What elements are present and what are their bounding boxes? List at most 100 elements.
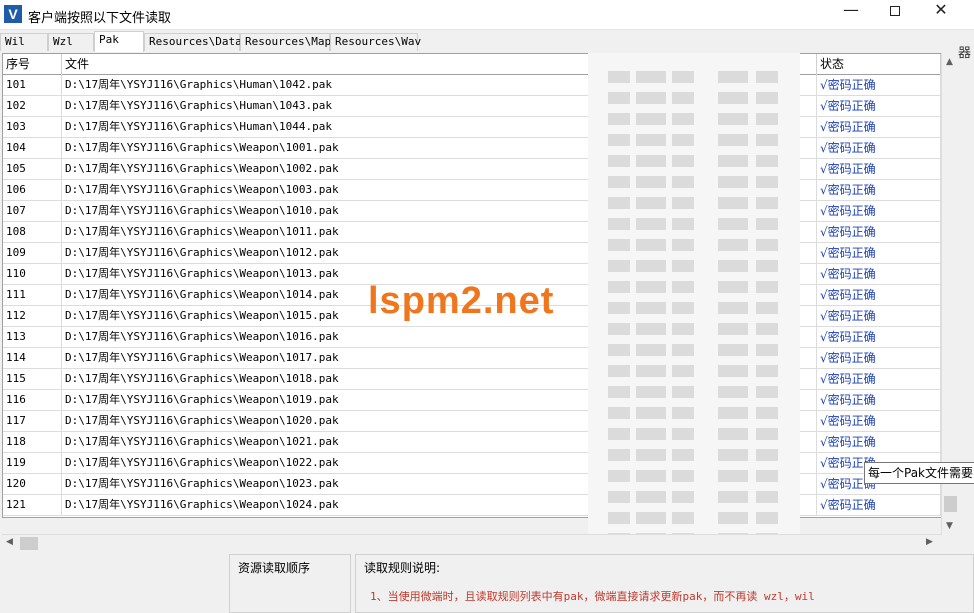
table-row[interactable]: 119 D:\17周年\YSYJ116\Graphics\Weapon\1022.…	[3, 453, 941, 474]
tab-resources-wav[interactable]: Resources\Wav	[330, 33, 421, 51]
close-button[interactable]: ✕	[918, 0, 964, 30]
row-no-cell: 121	[3, 495, 62, 516]
row-status-cell: √密码正确	[817, 117, 941, 138]
table-row[interactable]: 114 D:\17周年\YSYJ116\Graphics\Weapon\1017.…	[3, 348, 941, 369]
scroll-up-icon[interactable]: ▲	[946, 57, 953, 67]
table-row[interactable]: 121 D:\17周年\YSYJ116\Graphics\Weapon\1024.…	[3, 495, 941, 516]
table-row[interactable]: 104 D:\17周年\YSYJ116\Graphics\Weapon\1001.…	[3, 138, 941, 159]
redaction-block	[756, 449, 778, 461]
row-status-cell: √密码正确	[817, 264, 941, 285]
redaction-block	[718, 449, 748, 461]
row-status-cell: √密码正确	[817, 243, 941, 264]
row-status-cell: √密码正确	[817, 138, 941, 159]
redaction-block	[608, 386, 630, 398]
redaction-block	[672, 365, 694, 377]
redaction-block	[718, 491, 748, 503]
row-no-cell: 106	[3, 180, 62, 201]
read-order-group: 资源读取顺序	[229, 554, 351, 613]
tab-strip: Wil Wzl Pak Resources\Data Resources\Map…	[0, 31, 974, 52]
table-row[interactable]: 102 D:\17周年\YSYJ116\Graphics\Human\1043.p…	[3, 96, 941, 117]
redaction-block	[636, 92, 666, 104]
row-no-cell: 112	[3, 306, 62, 327]
redaction-block	[636, 386, 666, 398]
redaction-block	[636, 113, 666, 125]
row-status-cell: √密码正确	[817, 432, 941, 453]
table-row[interactable]: 117 D:\17周年\YSYJ116\Graphics\Weapon\1020.…	[3, 411, 941, 432]
row-status-cell: √密码正确	[817, 411, 941, 432]
redaction-block	[718, 407, 748, 419]
column-header-status[interactable]: 状态	[817, 54, 941, 75]
table-row[interactable]: 105 D:\17周年\YSYJ116\Graphics\Weapon\1002.…	[3, 159, 941, 180]
redaction-block	[756, 365, 778, 377]
tab-wzl[interactable]: Wzl	[48, 33, 94, 51]
redaction-block	[718, 218, 748, 230]
row-no-cell: 115	[3, 369, 62, 390]
redaction-block	[608, 218, 630, 230]
scroll-left-icon[interactable]: ◀	[6, 537, 13, 547]
redaction-block	[672, 176, 694, 188]
row-status-cell: √密码正确	[817, 390, 941, 411]
tab-pak[interactable]: Pak	[94, 31, 144, 52]
redaction-block	[608, 428, 630, 440]
redaction-block	[608, 470, 630, 482]
read-order-title: 资源读取顺序	[236, 559, 313, 576]
tab-resources-data[interactable]: Resources\Data	[144, 33, 242, 51]
redaction-block	[718, 302, 748, 314]
table-row[interactable]: 101 D:\17周年\YSYJ116\Graphics\Human\1042.p…	[3, 75, 941, 96]
row-status-cell: √密码正确	[817, 369, 941, 390]
redaction-block	[756, 512, 778, 524]
redaction-block	[608, 323, 630, 335]
minimize-button[interactable]: —	[828, 0, 874, 30]
redaction-block	[636, 176, 666, 188]
redaction-block	[608, 407, 630, 419]
column-header-no[interactable]: 序号	[3, 54, 62, 75]
redaction-block	[756, 113, 778, 125]
row-no-cell: 107	[3, 201, 62, 222]
maximize-button[interactable]	[872, 0, 918, 30]
table-row[interactable]: 116 D:\17周年\YSYJ116\Graphics\Weapon\1019.…	[3, 390, 941, 411]
table-row[interactable]: 120 D:\17周年\YSYJ116\Graphics\Weapon\1023.…	[3, 474, 941, 495]
redaction-block	[718, 197, 748, 209]
row-status-cell: √密码正确	[817, 96, 941, 117]
redaction-block	[718, 71, 748, 83]
redaction-block	[636, 491, 666, 503]
redaction-block	[608, 113, 630, 125]
redaction-block	[608, 92, 630, 104]
redaction-block	[756, 302, 778, 314]
table-row[interactable]: 113 D:\17周年\YSYJ116\Graphics\Weapon\1016.…	[3, 327, 941, 348]
row-status-cell: √密码正确	[817, 201, 941, 222]
window-title: 客户端按照以下文件读取	[28, 11, 172, 26]
redaction-block	[608, 71, 630, 83]
redaction-block	[718, 323, 748, 335]
row-no-cell: 109	[3, 243, 62, 264]
table-row[interactable]: 115 D:\17周年\YSYJ116\Graphics\Weapon\1018.…	[3, 369, 941, 390]
horizontal-scroll-thumb[interactable]	[20, 537, 38, 550]
row-no-cell: 116	[3, 390, 62, 411]
redaction-block	[636, 302, 666, 314]
scroll-down-icon[interactable]: ▼	[946, 521, 953, 531]
table-row[interactable]: 103 D:\17周年\YSYJ116\Graphics\Human\1044.p…	[3, 117, 941, 138]
redaction-block	[636, 323, 666, 335]
grid-header: 序号 文件 状态	[3, 54, 941, 75]
table-row[interactable]: 108 D:\17周年\YSYJ116\Graphics\Weapon\1011.…	[3, 222, 941, 243]
tab-wil[interactable]: Wil	[0, 33, 48, 51]
redaction-block	[636, 365, 666, 377]
redaction-block	[756, 134, 778, 146]
row-no-cell: 119	[3, 453, 62, 474]
redaction-block	[756, 71, 778, 83]
vertical-scroll-thumb[interactable]	[944, 496, 957, 512]
table-row[interactable]: 106 D:\17周年\YSYJ116\Graphics\Weapon\1003.…	[3, 180, 941, 201]
redaction-block	[636, 71, 666, 83]
table-row[interactable]: 109 D:\17周年\YSYJ116\Graphics\Weapon\1012.…	[3, 243, 941, 264]
redaction-block	[718, 281, 748, 293]
redaction-block	[718, 428, 748, 440]
redaction-block	[672, 491, 694, 503]
table-row[interactable]: 107 D:\17周年\YSYJ116\Graphics\Weapon\1010.…	[3, 201, 941, 222]
tab-resources-map[interactable]: Resources\Map	[240, 33, 331, 51]
row-status-cell: √密码正确	[817, 75, 941, 96]
table-row[interactable]: 118 D:\17周年\YSYJ116\Graphics\Weapon\1021.…	[3, 432, 941, 453]
redaction-block	[672, 512, 694, 524]
horizontal-scrollbar[interactable]: ◀ ▶	[2, 534, 942, 551]
scroll-right-icon[interactable]: ▶	[926, 537, 933, 547]
redaction-block	[672, 113, 694, 125]
